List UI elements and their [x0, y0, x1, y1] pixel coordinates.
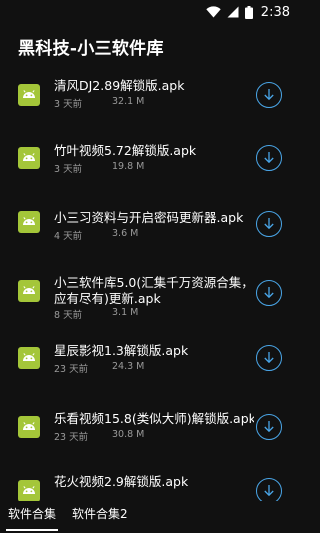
download-icon [263, 86, 275, 105]
file-name: 清风DJ2.89解锁版.apk [54, 78, 185, 93]
download-button[interactable] [256, 478, 282, 501]
android-app-icon [18, 147, 40, 169]
file-size: 3.1 M [112, 307, 139, 318]
download-icon [263, 215, 275, 234]
list-item[interactable]: 小三习资料与开启密码更新器.apk 4 天前 3.6 M [0, 194, 300, 254]
download-icon [263, 418, 275, 437]
download-button[interactable] [256, 345, 282, 371]
list-item[interactable]: 乐看视频15.8(类似大师)解锁版.apk 23 天前 30.8 M [0, 399, 300, 459]
bottom-tab-bar: 软件合集 软件合集2 [0, 501, 300, 533]
file-meta: 8 天前 3.1 M [54, 307, 138, 321]
tab-label: 软件合集2 [72, 507, 128, 521]
status-time: 2:38 [260, 4, 290, 20]
file-size: 32.1 M [112, 96, 145, 107]
android-app-icon [18, 480, 40, 501]
download-button[interactable] [256, 211, 282, 237]
android-app-icon [18, 347, 40, 369]
file-meta: 3 天前 19.8 M [54, 161, 144, 175]
app-bar: 黑科技-小三软件库 [0, 24, 300, 68]
signal-icon [227, 6, 239, 18]
status-bar: 2:38 [0, 0, 300, 24]
download-icon [263, 149, 275, 168]
file-age: 3 天前 [54, 99, 83, 110]
file-age: 8 天前 [54, 310, 83, 321]
file-meta: 23 天前 30.8 M [54, 429, 144, 443]
list-item[interactable]: 小三软件库5.0(汇集千万资源合集，应有尽有)更新.apk 8 天前 3.1 M [0, 257, 300, 321]
download-button[interactable] [256, 414, 282, 440]
android-app-icon [18, 280, 40, 302]
battery-icon [244, 5, 253, 19]
list-item[interactable]: 花火视频2.9解锁版.apk [0, 464, 300, 501]
android-app-icon [18, 84, 40, 106]
download-button[interactable] [256, 145, 282, 171]
file-name: 花火视频2.9解锁版.apk [54, 474, 189, 489]
list-item[interactable]: 竹叶视频5.72解锁版.apk 3 天前 19.8 M [0, 131, 300, 191]
app-title: 黑科技-小三软件库 [18, 38, 164, 59]
download-button[interactable] [256, 280, 282, 306]
tab-1[interactable]: 软件合集2 [64, 501, 136, 533]
android-app-icon [18, 416, 40, 438]
file-size: 19.8 M [112, 161, 145, 172]
file-list[interactable]: 清风DJ2.89解锁版.apk 3 天前 32.1 M 竹叶视频5.72解锁版.… [0, 68, 300, 501]
file-meta: 23 天前 24.3 M [54, 361, 144, 375]
download-icon [263, 349, 275, 368]
android-app-icon [18, 211, 40, 233]
list-item[interactable]: 星辰影视1.3解锁版.apk 23 天前 24.3 M [0, 335, 300, 395]
file-name: 乐看视频15.8(类似大师)解锁版.apk [54, 411, 254, 426]
list-item[interactable]: 清风DJ2.89解锁版.apk 3 天前 32.1 M [0, 68, 300, 128]
file-size: 3.6 M [112, 228, 139, 239]
tab-0[interactable]: 软件合集 [0, 501, 64, 533]
file-name: 小三软件库5.0(汇集千万资源合集，应有尽有)更新.apk [54, 275, 254, 306]
download-icon [263, 482, 275, 501]
download-icon [263, 284, 275, 303]
wifi-icon [206, 6, 221, 18]
file-meta: 3 天前 32.1 M [54, 96, 144, 110]
file-age: 4 天前 [54, 231, 83, 242]
file-name: 竹叶视频5.72解锁版.apk [54, 143, 197, 158]
file-size: 24.3 M [112, 361, 145, 372]
file-name: 星辰影视1.3解锁版.apk [54, 343, 189, 358]
file-age: 23 天前 [54, 432, 89, 443]
download-button[interactable] [256, 82, 282, 108]
file-age: 23 天前 [54, 364, 89, 375]
file-meta: 4 天前 3.6 M [54, 228, 138, 242]
file-size: 30.8 M [112, 429, 145, 440]
tab-label: 软件合集 [8, 507, 57, 521]
file-name: 小三习资料与开启密码更新器.apk [54, 210, 244, 225]
file-age: 3 天前 [54, 164, 83, 175]
